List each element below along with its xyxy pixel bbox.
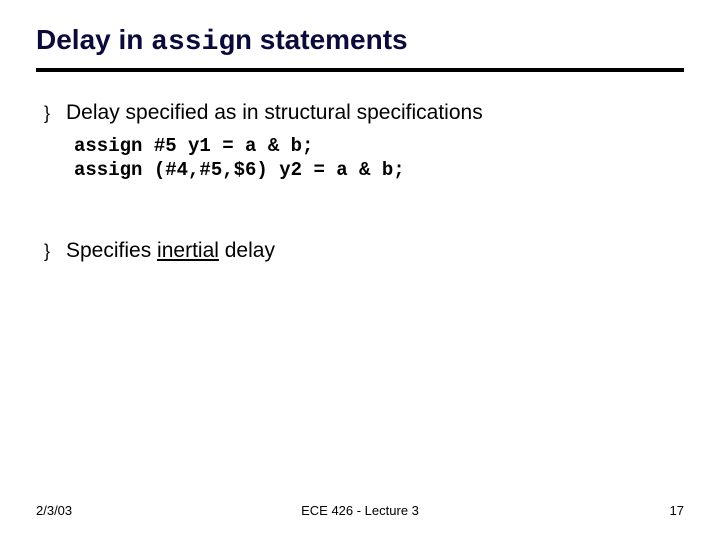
bullet-icon: } bbox=[44, 100, 66, 126]
bullet-2-underline: inertial bbox=[157, 239, 219, 262]
bullet-2-post: delay bbox=[219, 239, 275, 262]
slide-body: } Delay specified as in structural speci… bbox=[36, 100, 684, 264]
title-code: assign bbox=[151, 27, 252, 58]
code-block: assign #5 y1 = a & b; assign (#4,#5,$6) … bbox=[74, 134, 684, 182]
footer-center: ECE 426 - Lecture 3 bbox=[301, 503, 419, 518]
bullet-item-1: } Delay specified as in structural speci… bbox=[44, 100, 684, 126]
slide-footer: 2/3/03 ECE 426 - Lecture 3 17 bbox=[36, 503, 684, 518]
slide-title: Delay in assign statements bbox=[36, 24, 684, 58]
title-part1: Delay in bbox=[36, 24, 151, 55]
footer-date: 2/3/03 bbox=[36, 503, 72, 518]
code-line-1: assign #5 y1 = a & b; bbox=[74, 135, 313, 157]
footer-page-number: 17 bbox=[670, 503, 684, 518]
title-part2: statements bbox=[252, 24, 408, 55]
slide: Delay in assign statements } Delay speci… bbox=[0, 0, 720, 540]
bullet-1-text: Delay specified as in structural specifi… bbox=[66, 100, 483, 126]
bullet-2-pre: Specifies bbox=[66, 239, 157, 262]
code-line-2: assign (#4,#5,$6) y2 = a & b; bbox=[74, 159, 405, 181]
bullet-2-text: Specifies inertial delay bbox=[66, 238, 275, 264]
bullet-item-2: } Specifies inertial delay bbox=[44, 238, 684, 264]
title-divider bbox=[36, 68, 684, 72]
bullet-icon: } bbox=[44, 238, 66, 264]
